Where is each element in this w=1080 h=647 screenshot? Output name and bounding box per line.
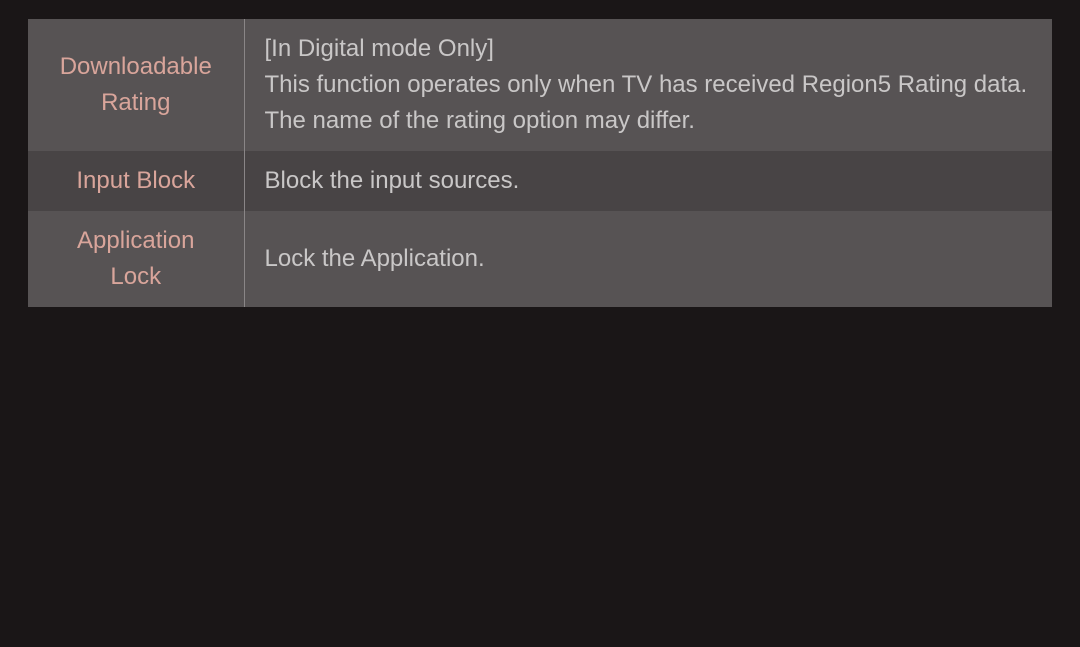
- row-desc-downloadable-rating: [In Digital mode Only]This function oper…: [244, 19, 1052, 151]
- row-label-application-lock: ApplicationLock: [28, 211, 244, 307]
- table-row[interactable]: DownloadableRating [In Digital mode Only…: [28, 19, 1052, 151]
- row-desc-application-lock: Lock the Application.: [244, 211, 1052, 307]
- row-label-input-block: Input Block: [28, 151, 244, 211]
- row-desc-input-block: Block the input sources.: [244, 151, 1052, 211]
- settings-table: DownloadableRating [In Digital mode Only…: [28, 19, 1052, 307]
- row-label-downloadable-rating: DownloadableRating: [28, 19, 244, 151]
- table-row[interactable]: Input Block Block the input sources.: [28, 151, 1052, 211]
- table-row[interactable]: ApplicationLock Lock the Application.: [28, 211, 1052, 307]
